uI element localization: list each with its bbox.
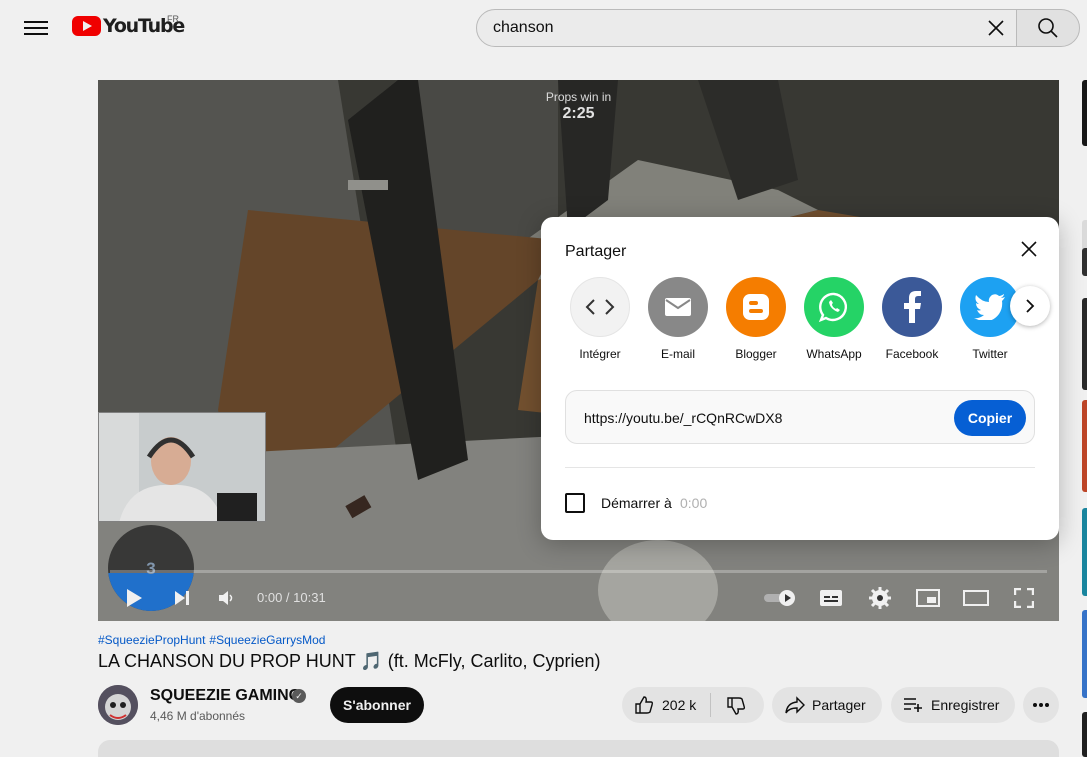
start-at-time-input[interactable]: 0:00 bbox=[680, 495, 707, 511]
subtitles-icon bbox=[820, 590, 842, 606]
country-code: FR bbox=[167, 14, 179, 24]
subtitles-button[interactable] bbox=[816, 584, 846, 612]
share-embed[interactable]: Intégrer bbox=[567, 277, 633, 361]
share-target-label: Intégrer bbox=[579, 347, 621, 361]
avatar-image bbox=[98, 685, 138, 725]
miniplayer-button[interactable] bbox=[914, 584, 942, 612]
streamer-image bbox=[99, 413, 265, 521]
description-box[interactable] bbox=[98, 740, 1059, 757]
save-label: Enregistrer bbox=[931, 697, 1000, 713]
save-button[interactable]: Enregistrer bbox=[891, 687, 1015, 723]
fullscreen-button[interactable] bbox=[1010, 584, 1038, 612]
autoplay-toggle-icon bbox=[764, 590, 795, 606]
dislike-icon[interactable] bbox=[726, 696, 746, 716]
subscriber-count: 4,46 M d'abonnés bbox=[150, 709, 246, 723]
share-facebook[interactable]: Facebook bbox=[879, 277, 945, 361]
youtube-play-logo-icon bbox=[72, 16, 101, 36]
theater-mode-button[interactable] bbox=[962, 584, 990, 612]
fullscreen-icon bbox=[1014, 588, 1034, 608]
autoplay-toggle[interactable] bbox=[762, 584, 798, 612]
time-display: 0:00 / 10:31 bbox=[257, 590, 326, 605]
round-timer: 2:25 bbox=[562, 105, 595, 122]
clear-search-icon[interactable] bbox=[986, 18, 1006, 38]
share-link[interactable]: https://youtu.be/_rCQnRCwDX8 bbox=[584, 410, 782, 426]
embed-icon bbox=[570, 277, 630, 337]
divider bbox=[565, 467, 1035, 468]
settings-button[interactable] bbox=[866, 584, 894, 612]
share-dialog-title: Partager bbox=[565, 243, 627, 260]
whatsapp-icon bbox=[804, 277, 864, 337]
webcam-overlay bbox=[98, 412, 266, 522]
more-actions-button[interactable] bbox=[1023, 687, 1059, 723]
share-twitter[interactable]: Twitter bbox=[957, 277, 1023, 361]
share-blogger[interactable]: Blogger bbox=[723, 277, 789, 361]
hashtag-link[interactable]: #SqueezieGarrysMod bbox=[209, 633, 325, 647]
share-next-button[interactable] bbox=[1010, 286, 1050, 326]
search-icon bbox=[1038, 18, 1058, 38]
gear-icon bbox=[869, 587, 891, 609]
search-button[interactable] bbox=[1016, 9, 1080, 47]
share-whatsapp[interactable]: WhatsApp bbox=[801, 277, 867, 361]
next-video-button[interactable] bbox=[168, 584, 196, 612]
search-query[interactable]: chanson bbox=[493, 19, 554, 37]
recommendations-edge bbox=[1082, 80, 1087, 757]
channel-avatar[interactable] bbox=[98, 685, 138, 725]
playlist-add-icon bbox=[904, 698, 922, 712]
verified-badge-icon: ✓ bbox=[292, 689, 306, 703]
round-counter: 3 bbox=[146, 559, 156, 578]
video-title: LA CHANSON DU PROP HUNT 🎵 (ft. McFly, Ca… bbox=[98, 651, 601, 671]
start-at-checkbox[interactable] bbox=[565, 493, 585, 513]
miniplayer-icon bbox=[916, 589, 940, 607]
round-status-label: Props win in bbox=[545, 90, 612, 104]
share-label: Partager bbox=[812, 697, 866, 713]
play-icon bbox=[127, 589, 142, 607]
more-horizontal-icon bbox=[1033, 703, 1049, 707]
share-arrow-icon bbox=[785, 696, 805, 714]
share-target-label: WhatsApp bbox=[806, 347, 862, 361]
skip-next-icon bbox=[175, 591, 189, 605]
share-button[interactable]: Partager bbox=[772, 687, 882, 723]
player-controls: 0:00 / 10:31 bbox=[98, 580, 1059, 616]
volume-icon bbox=[219, 591, 233, 605]
channel-name[interactable]: SQUEEZIE GAMING bbox=[150, 687, 301, 705]
blogger-icon bbox=[726, 277, 786, 337]
share-target-label: Twitter bbox=[972, 347, 1008, 361]
start-at-label: Démarrer à bbox=[601, 495, 672, 511]
subscribe-button[interactable]: S'abonner bbox=[330, 687, 424, 723]
share-dialog: Partager Intégrer E-mail Blogger WhatsAp… bbox=[541, 217, 1059, 540]
hashtag-link[interactable]: #SqueeziePropHunt bbox=[98, 633, 205, 647]
share-target-label: E-mail bbox=[660, 347, 695, 361]
like-count[interactable]: 202 k bbox=[662, 697, 696, 713]
hashtags: #SqueeziePropHunt #SqueezieGarrysMod bbox=[98, 633, 329, 647]
search-input[interactable]: chanson bbox=[476, 9, 1017, 47]
share-link-field[interactable]: https://youtu.be/_rCQnRCwDX8 Copier bbox=[565, 390, 1035, 444]
volume-button[interactable] bbox=[212, 584, 240, 612]
share-email[interactable]: E-mail bbox=[645, 277, 711, 361]
theater-icon bbox=[963, 590, 989, 606]
email-icon bbox=[648, 277, 708, 337]
like-icon[interactable] bbox=[634, 695, 654, 715]
close-icon[interactable] bbox=[1017, 237, 1041, 261]
facebook-icon bbox=[882, 277, 942, 337]
play-button[interactable] bbox=[120, 584, 148, 612]
chevron-right-icon bbox=[1026, 299, 1035, 313]
menu-icon[interactable] bbox=[24, 18, 48, 38]
share-target-label: Facebook bbox=[885, 347, 939, 361]
like-dislike-group: 202 k bbox=[622, 687, 764, 723]
share-target-label: Blogger bbox=[735, 347, 777, 361]
progress-bar[interactable] bbox=[110, 570, 1047, 573]
copy-button[interactable]: Copier bbox=[954, 400, 1026, 436]
